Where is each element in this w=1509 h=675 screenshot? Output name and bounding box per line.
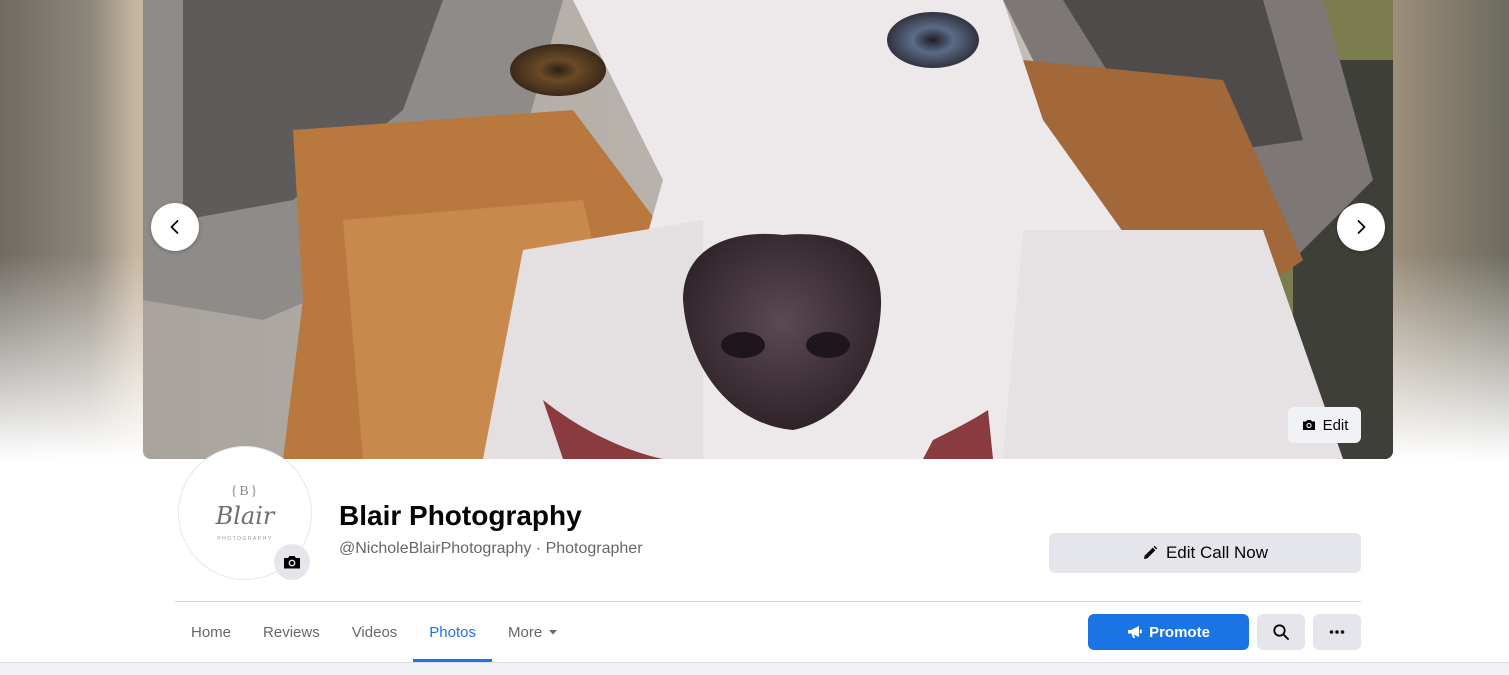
ellipsis-icon xyxy=(1329,630,1345,634)
page-title: Blair Photography xyxy=(339,500,582,531)
tab-reviews[interactable]: Reviews xyxy=(247,602,336,662)
previous-cover-button[interactable] xyxy=(151,203,199,251)
tab-more[interactable]: More xyxy=(492,602,574,662)
more-options-button[interactable] xyxy=(1313,614,1361,650)
tab-home[interactable]: Home xyxy=(175,602,247,662)
logo-monogram: {B} xyxy=(230,484,260,499)
edit-call-now-label: Edit Call Now xyxy=(1165,543,1269,562)
cover-photo xyxy=(143,0,1393,459)
logo-name: Blair xyxy=(215,502,275,530)
edit-cover-button[interactable]: Edit xyxy=(1288,407,1361,443)
next-cover-button[interactable] xyxy=(1337,203,1385,251)
tab-label: More xyxy=(508,623,543,641)
tab-label: Videos xyxy=(351,623,398,641)
edit-call-now-button[interactable]: Edit Call Now xyxy=(1049,533,1361,573)
camera-icon xyxy=(1302,420,1315,430)
update-profile-picture-button[interactable] xyxy=(274,544,310,580)
camera-icon xyxy=(284,556,300,569)
caret-down-icon xyxy=(549,630,558,635)
page-tabs: Home Reviews Videos Photos More xyxy=(175,602,574,662)
page-content-background xyxy=(0,662,1509,675)
cover-photo-image xyxy=(143,0,1393,459)
page-subtitle: @NicholeBlairPhotography · Photographer xyxy=(339,540,643,557)
chevron-left-icon xyxy=(170,220,179,234)
logo-subtext: PHOTOGRAPHY xyxy=(217,536,273,542)
promote-label: Promote xyxy=(1149,623,1210,641)
tab-photos[interactable]: Photos xyxy=(413,602,492,662)
search-icon xyxy=(1273,624,1289,640)
pencil-icon xyxy=(1143,545,1158,559)
tab-label: Photos xyxy=(429,623,476,641)
promote-button[interactable]: Promote xyxy=(1088,614,1249,650)
search-button[interactable] xyxy=(1257,614,1305,650)
chevron-right-icon xyxy=(1357,220,1366,234)
tab-videos[interactable]: Videos xyxy=(336,602,414,662)
tab-label: Reviews xyxy=(263,623,320,641)
tab-label: Home xyxy=(191,623,232,641)
megaphone-icon xyxy=(1128,626,1142,638)
edit-cover-label: Edit xyxy=(1322,416,1349,434)
